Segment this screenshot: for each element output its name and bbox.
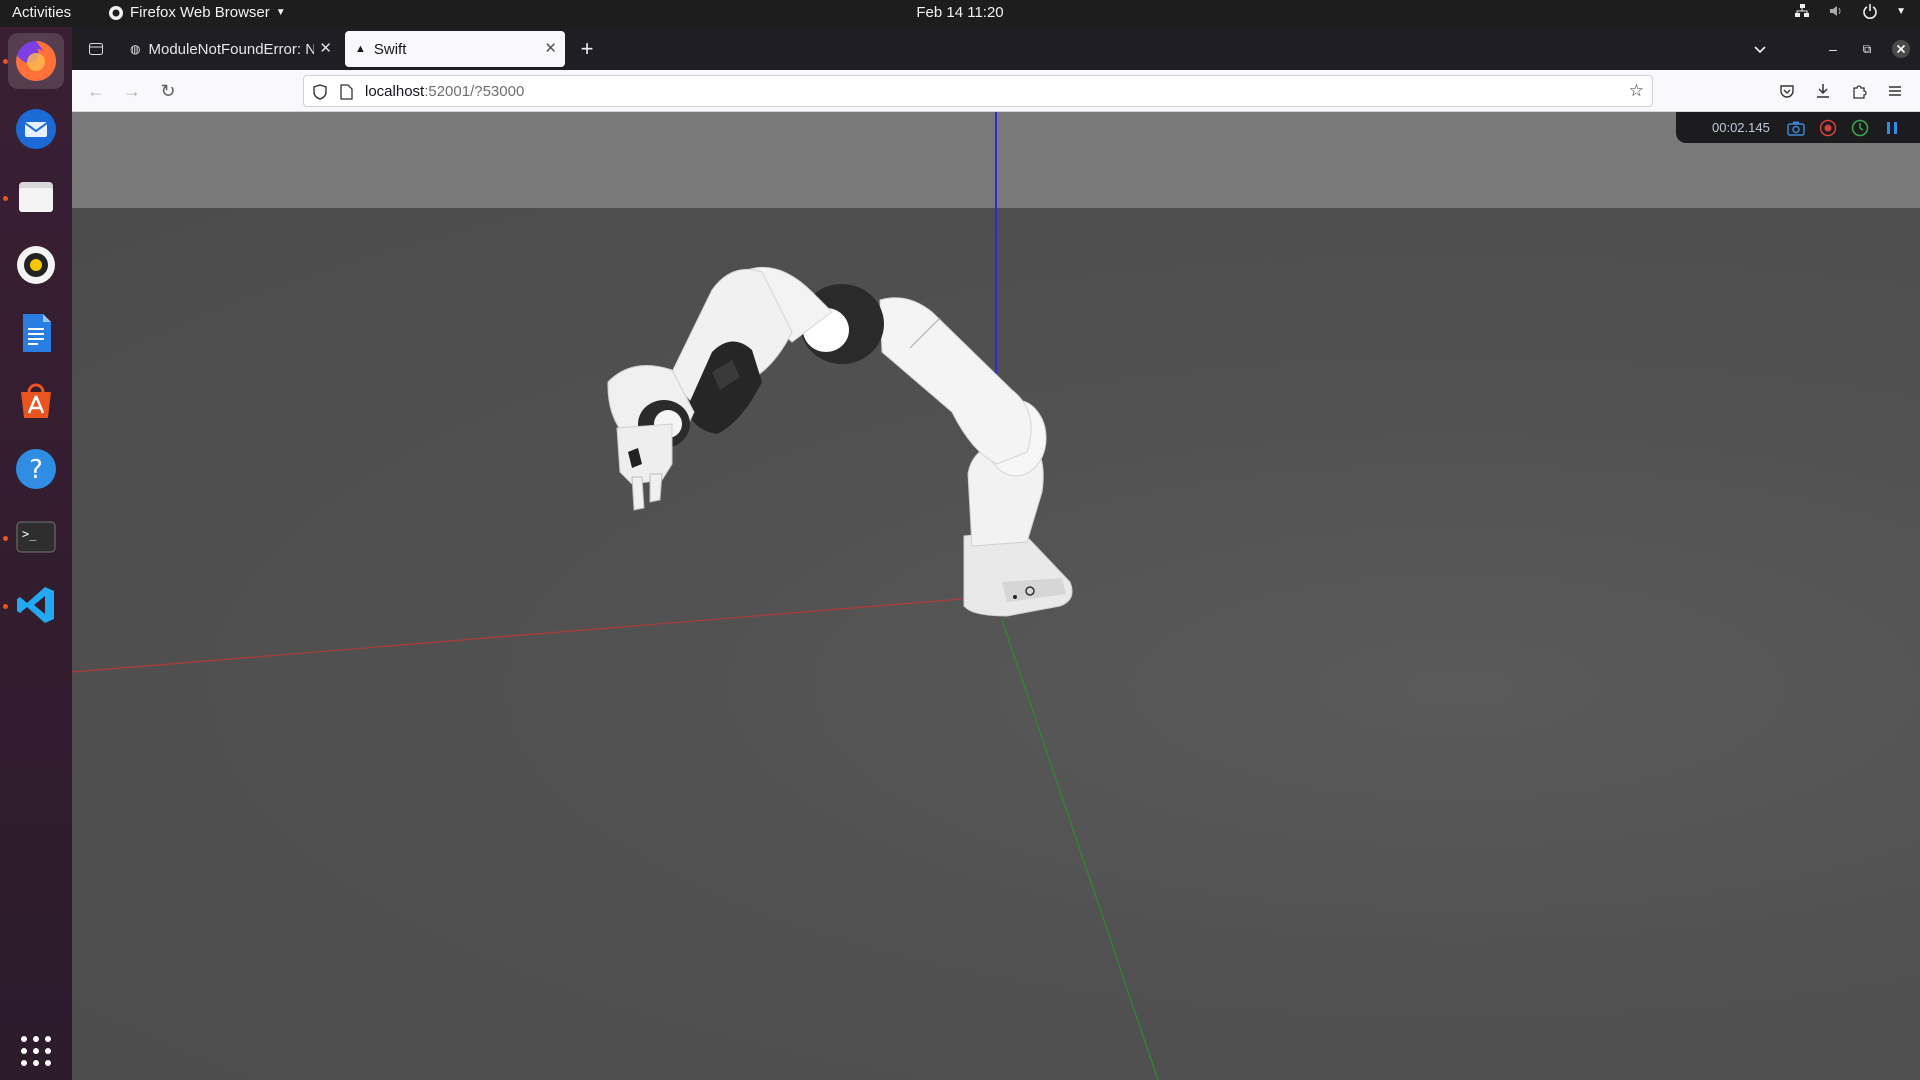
forward-button[interactable]: → xyxy=(120,79,144,103)
chevron-down-icon: ▼ xyxy=(1896,5,1906,17)
tab-title: ModuleNotFoundError: N xyxy=(148,40,315,58)
swift-3d-viewport[interactable]: 00:02.145 xyxy=(72,112,1920,1080)
dock-files[interactable] xyxy=(8,169,64,225)
running-indicator xyxy=(3,604,8,609)
restore-icon: ⧉ xyxy=(1862,41,1872,56)
firefox-icon xyxy=(109,5,123,20)
dock-thunderbird[interactable] xyxy=(8,101,64,157)
time-button[interactable] xyxy=(1850,118,1870,138)
tab-strip: ◍ ModuleNotFoundError: N ✕ ▲ Swift ✕ + –… xyxy=(72,27,1920,70)
shield-icon xyxy=(313,84,327,100)
clock[interactable]: Feb 14 11:20 xyxy=(916,4,1003,21)
show-applications-icon xyxy=(21,1036,51,1066)
bookmark-star-icon[interactable]: ☆ xyxy=(1629,81,1644,101)
dock: ? >_ xyxy=(0,27,72,1080)
minimize-icon: – xyxy=(1829,41,1837,57)
close-tab-icon[interactable]: ✕ xyxy=(544,39,557,57)
puzzle-icon xyxy=(1853,85,1867,99)
dock-vscode[interactable] xyxy=(8,577,64,633)
dock-terminal[interactable]: >_ xyxy=(8,509,64,565)
screenshot-button[interactable] xyxy=(1786,118,1806,138)
close-icon xyxy=(1892,40,1910,58)
pocket-icon xyxy=(1780,85,1794,98)
dock-help[interactable]: ? xyxy=(8,441,64,497)
running-indicator xyxy=(3,59,8,64)
record-button[interactable] xyxy=(1818,118,1838,138)
maximize-button[interactable]: ⧉ xyxy=(1855,37,1879,61)
volume-icon xyxy=(1830,6,1841,16)
dock-writer[interactable] xyxy=(8,305,64,361)
rhythmbox-icon xyxy=(17,246,55,284)
running-indicator xyxy=(3,536,8,541)
reload-button[interactable]: ↻ xyxy=(156,79,180,103)
page-icon xyxy=(340,84,353,100)
extensions-button[interactable] xyxy=(1847,79,1871,103)
thunderbird-icon xyxy=(16,109,56,149)
close-tab-icon[interactable]: ✕ xyxy=(319,39,332,57)
power-icon xyxy=(1863,4,1877,19)
chevron-down-icon xyxy=(1754,46,1766,54)
back-button[interactable]: ← xyxy=(84,79,108,103)
chevron-down-icon: ▼ xyxy=(275,7,286,18)
camera-icon xyxy=(1787,121,1805,136)
url-text: localhost:52001/?53000 xyxy=(365,83,524,100)
system-top-bar: Activities Firefox Web Browser ▼ Feb 14 … xyxy=(0,0,1920,27)
downloads-button[interactable] xyxy=(1811,79,1835,103)
show-applications-button[interactable] xyxy=(8,1023,64,1079)
vscode-icon xyxy=(17,587,54,623)
help-icon: ? xyxy=(16,449,56,489)
url-path: :52001/?53000 xyxy=(424,83,525,100)
close-window-button[interactable] xyxy=(1889,37,1913,61)
pocket-button[interactable] xyxy=(1775,79,1799,103)
app-menu-button[interactable] xyxy=(1883,79,1907,103)
tab-swift[interactable]: ▲ Swift ✕ xyxy=(345,31,565,67)
dock-firefox[interactable] xyxy=(8,33,64,89)
back-arrow-icon: ← xyxy=(87,80,105,101)
writer-icon xyxy=(23,314,51,352)
pause-button[interactable] xyxy=(1882,118,1902,138)
download-icon xyxy=(1817,84,1829,98)
firefox-view-icon xyxy=(89,43,103,55)
dock-app-center[interactable] xyxy=(8,373,64,429)
pause-icon xyxy=(1887,122,1897,134)
terminal-icon: >_ xyxy=(16,521,56,553)
new-tab-button[interactable]: + xyxy=(575,36,599,61)
url-bar[interactable]: localhost:52001/?53000 ☆ xyxy=(303,75,1653,107)
app-menu-label: Firefox Web Browser xyxy=(130,4,270,21)
system-tray[interactable]: ▼ xyxy=(1794,3,1906,19)
minimize-button[interactable]: – xyxy=(1821,37,1845,61)
hamburger-menu-icon xyxy=(1889,86,1901,96)
reload-icon: ↻ xyxy=(160,80,176,101)
x-axis-line xyxy=(72,598,963,673)
plus-icon: + xyxy=(580,36,594,61)
forward-arrow-icon: → xyxy=(123,80,141,101)
firefox-view-button[interactable] xyxy=(84,37,108,61)
svg-text:?: ? xyxy=(29,455,43,485)
network-icon xyxy=(1795,4,1810,17)
app-menu[interactable]: Firefox Web Browser ▼ xyxy=(108,4,286,21)
swift-favicon-icon: ▲ xyxy=(355,43,366,55)
clock-icon xyxy=(1851,119,1869,137)
firefox-icon xyxy=(16,40,57,81)
app-center-icon xyxy=(21,383,51,418)
activities-button[interactable]: Activities xyxy=(12,4,71,21)
scene-canvas xyxy=(72,112,1159,1080)
dock-rhythmbox[interactable] xyxy=(8,237,64,293)
files-icon xyxy=(19,182,53,212)
robot-arm-model xyxy=(607,266,1073,617)
running-indicator xyxy=(3,196,8,201)
list-all-tabs-button[interactable] xyxy=(1748,37,1772,61)
globe-icon: ◍ xyxy=(130,42,141,56)
elapsed-time: 00:02.145 xyxy=(1712,120,1770,135)
url-host: localhost xyxy=(365,83,425,100)
tab-title: Swift xyxy=(373,40,407,58)
record-icon xyxy=(1819,119,1837,137)
svg-text:>_: >_ xyxy=(22,527,37,541)
viewer-controls: 00:02.145 xyxy=(1676,112,1920,143)
y-axis-line xyxy=(1001,619,1159,1080)
navigation-toolbar: ← → ↻ localhost:52001/?53000 ☆ xyxy=(72,70,1920,112)
tab-module-not-found[interactable]: ◍ ModuleNotFoundError: N ✕ xyxy=(120,31,340,67)
